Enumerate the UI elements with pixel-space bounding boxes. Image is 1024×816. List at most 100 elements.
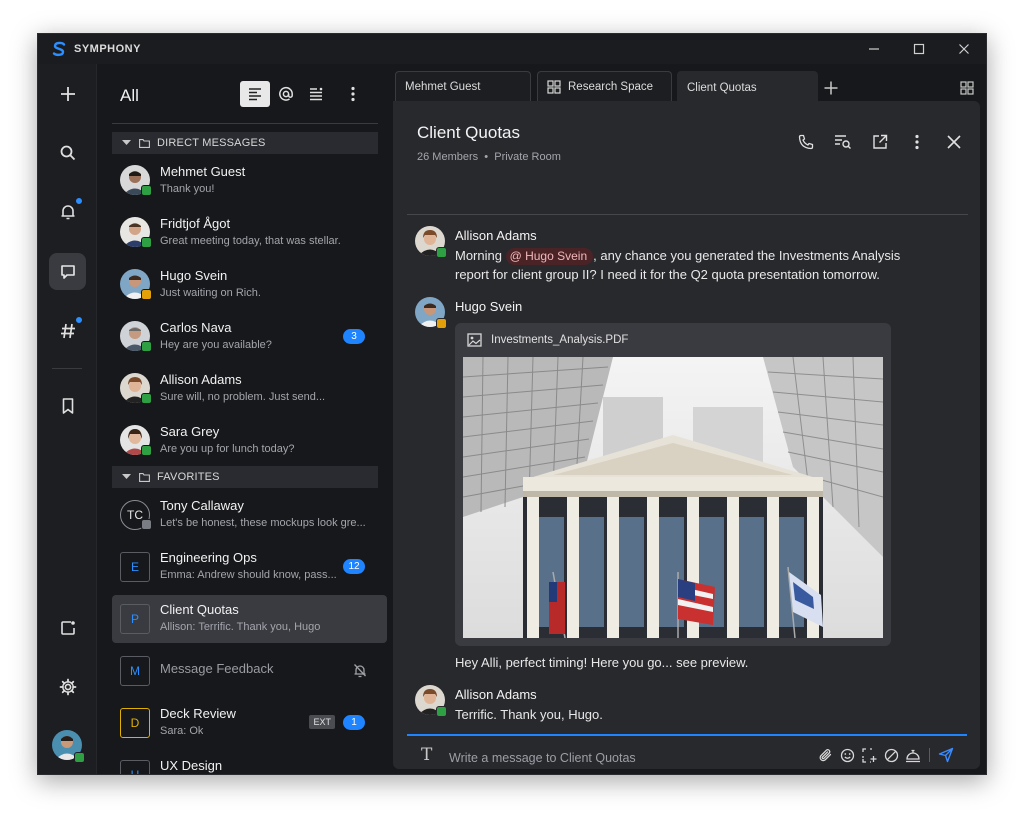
folder-icon (139, 472, 150, 482)
screen-snip-button[interactable] (858, 745, 880, 765)
section-direct-messages[interactable]: DIRECT MESSAGES (112, 132, 378, 154)
image-file-icon (467, 333, 482, 347)
chat-panel: Client Quotas 26 Members • Private Room (393, 101, 980, 769)
conversation-name: Carlos Nava (160, 320, 232, 335)
conversation-item[interactable]: U UX Design (112, 751, 387, 774)
conversation-item[interactable]: M Message Feedback (112, 647, 387, 695)
conversation-item[interactable]: Mehmet Guest Thank you! (112, 157, 387, 205)
room-avatar: U (120, 760, 150, 774)
file-attachment[interactable]: Investments_Analysis.PDF (455, 323, 891, 646)
section-label: DIRECT MESSAGES (157, 137, 266, 149)
folder-icon (139, 138, 150, 148)
filter-all-button[interactable] (240, 81, 270, 107)
status-away-icon (141, 289, 152, 300)
search-button[interactable] (49, 134, 86, 171)
pop-out-button[interactable] (861, 129, 898, 155)
message-input[interactable] (449, 749, 769, 767)
header-divider (407, 214, 968, 215)
status-online-icon (436, 247, 447, 258)
section-label: FAVORITES (157, 471, 220, 483)
conversation-name: Mehmet Guest (160, 164, 246, 179)
status-offline-icon (141, 519, 152, 530)
notify-button[interactable] (902, 745, 924, 765)
room-privacy: Private Room (494, 151, 561, 163)
share-button[interactable] (49, 609, 86, 646)
settings-button[interactable] (49, 668, 86, 705)
chats-button[interactable] (49, 253, 86, 290)
status-away-icon (436, 318, 447, 329)
unread-badge: 1 (343, 715, 365, 730)
conversation-name: Engineering Ops (160, 550, 257, 565)
conversation-preview: Sure will, no problem. Just send... (160, 391, 326, 403)
conversation-item[interactable]: TC Tony Callaway Let's be honest, these … (112, 491, 387, 539)
bookmarks-button[interactable] (49, 387, 86, 424)
conversation-name: Tony Callaway (160, 498, 244, 513)
conversation-item[interactable]: E Engineering Ops Emma: Andrew should kn… (112, 543, 387, 591)
more-options-button[interactable] (338, 81, 368, 107)
left-nav (38, 64, 97, 774)
tab-label: Research Space (568, 80, 654, 93)
text-format-icon[interactable]: T (421, 745, 432, 765)
room-members[interactable]: 26 Members (417, 151, 478, 163)
mentions-button[interactable] (271, 81, 301, 107)
emoji-button[interactable] (836, 745, 858, 765)
conversation-list-header: All (98, 64, 392, 126)
workspace-grid-button[interactable] (955, 76, 979, 100)
tab-mehmet-guest[interactable]: Mehmet Guest (395, 71, 531, 101)
conversation-item[interactable]: Carlos Nava Hey are you available? 3 (112, 313, 387, 361)
conversation-name: Message Feedback (160, 661, 274, 676)
call-button[interactable] (787, 129, 824, 155)
app-window: SYMPHONY All DIRECT MESSAGES Mehmet Gues… (37, 33, 987, 775)
separator-dot: • (481, 151, 492, 163)
minimize-button[interactable] (851, 34, 896, 64)
section-favorites[interactable]: FAVORITES (112, 466, 378, 488)
conversation-preview: Just waiting on Rich. (160, 287, 261, 299)
expire-button[interactable] (880, 745, 902, 765)
conversation-item[interactable]: Sara Grey Are you up for lunch today? (112, 417, 387, 465)
send-button[interactable] (935, 745, 957, 765)
mention-chip[interactable]: @ Hugo Svein (505, 248, 594, 265)
status-online-icon (141, 445, 152, 456)
close-room-button[interactable] (935, 129, 972, 155)
new-button[interactable] (49, 75, 86, 112)
conversation-item-selected[interactable]: P Client Quotas Allison: Terrific. Thank… (112, 595, 387, 643)
message-author[interactable]: Allison Adams (455, 687, 537, 702)
search-icon (60, 145, 75, 160)
conversation-item[interactable]: D Deck Review Sara: Ok EXT 1 (112, 699, 387, 747)
symphony-logo-icon (46, 34, 72, 64)
search-messages-button[interactable] (824, 129, 861, 155)
conversation-preview: Sara: Ok (160, 725, 204, 737)
message-author[interactable]: Hugo Svein (455, 299, 522, 314)
new-tab-button[interactable] (819, 76, 843, 100)
room-title: Client Quotas (417, 123, 520, 142)
sort-button[interactable] (301, 81, 331, 107)
conversation-name: Deck Review (160, 706, 236, 721)
tab-research-space[interactable]: Research Space (537, 71, 672, 101)
maximize-button[interactable] (896, 34, 941, 64)
close-icon (958, 44, 969, 54)
room-avatar: E (120, 552, 150, 582)
phone-icon (798, 134, 813, 150)
tab-client-quotas[interactable]: Client Quotas (677, 71, 818, 104)
message-author[interactable]: Allison Adams (455, 228, 537, 243)
attachment-filename[interactable]: Investments_Analysis.PDF (491, 334, 628, 346)
conversation-item[interactable]: Hugo Svein Just waiting on Rich. (112, 261, 387, 309)
conversation-item[interactable]: Allison Adams Sure will, no problem. Jus… (112, 365, 387, 413)
conversation-item[interactable]: Fridtjof Ågot Great meeting today, that … (112, 209, 387, 257)
caret-down-icon (122, 140, 131, 145)
message-text: Hey Alli, perfect timing! Here you go...… (455, 655, 749, 670)
service-bell-icon (906, 749, 920, 762)
status-online-icon (141, 393, 152, 404)
muted-bell-icon (354, 664, 366, 678)
close-icon (946, 135, 961, 149)
list-divider (112, 123, 378, 124)
plus-icon (60, 86, 75, 101)
room-more-button[interactable] (898, 129, 935, 155)
composer-separator (929, 748, 930, 762)
attach-button[interactable] (814, 745, 836, 765)
room-avatar: M (120, 656, 150, 686)
minimize-icon (868, 48, 879, 50)
message-text-part: Morning (455, 248, 506, 263)
close-window-button[interactable] (941, 34, 986, 64)
attachment-preview-image[interactable] (463, 357, 883, 638)
